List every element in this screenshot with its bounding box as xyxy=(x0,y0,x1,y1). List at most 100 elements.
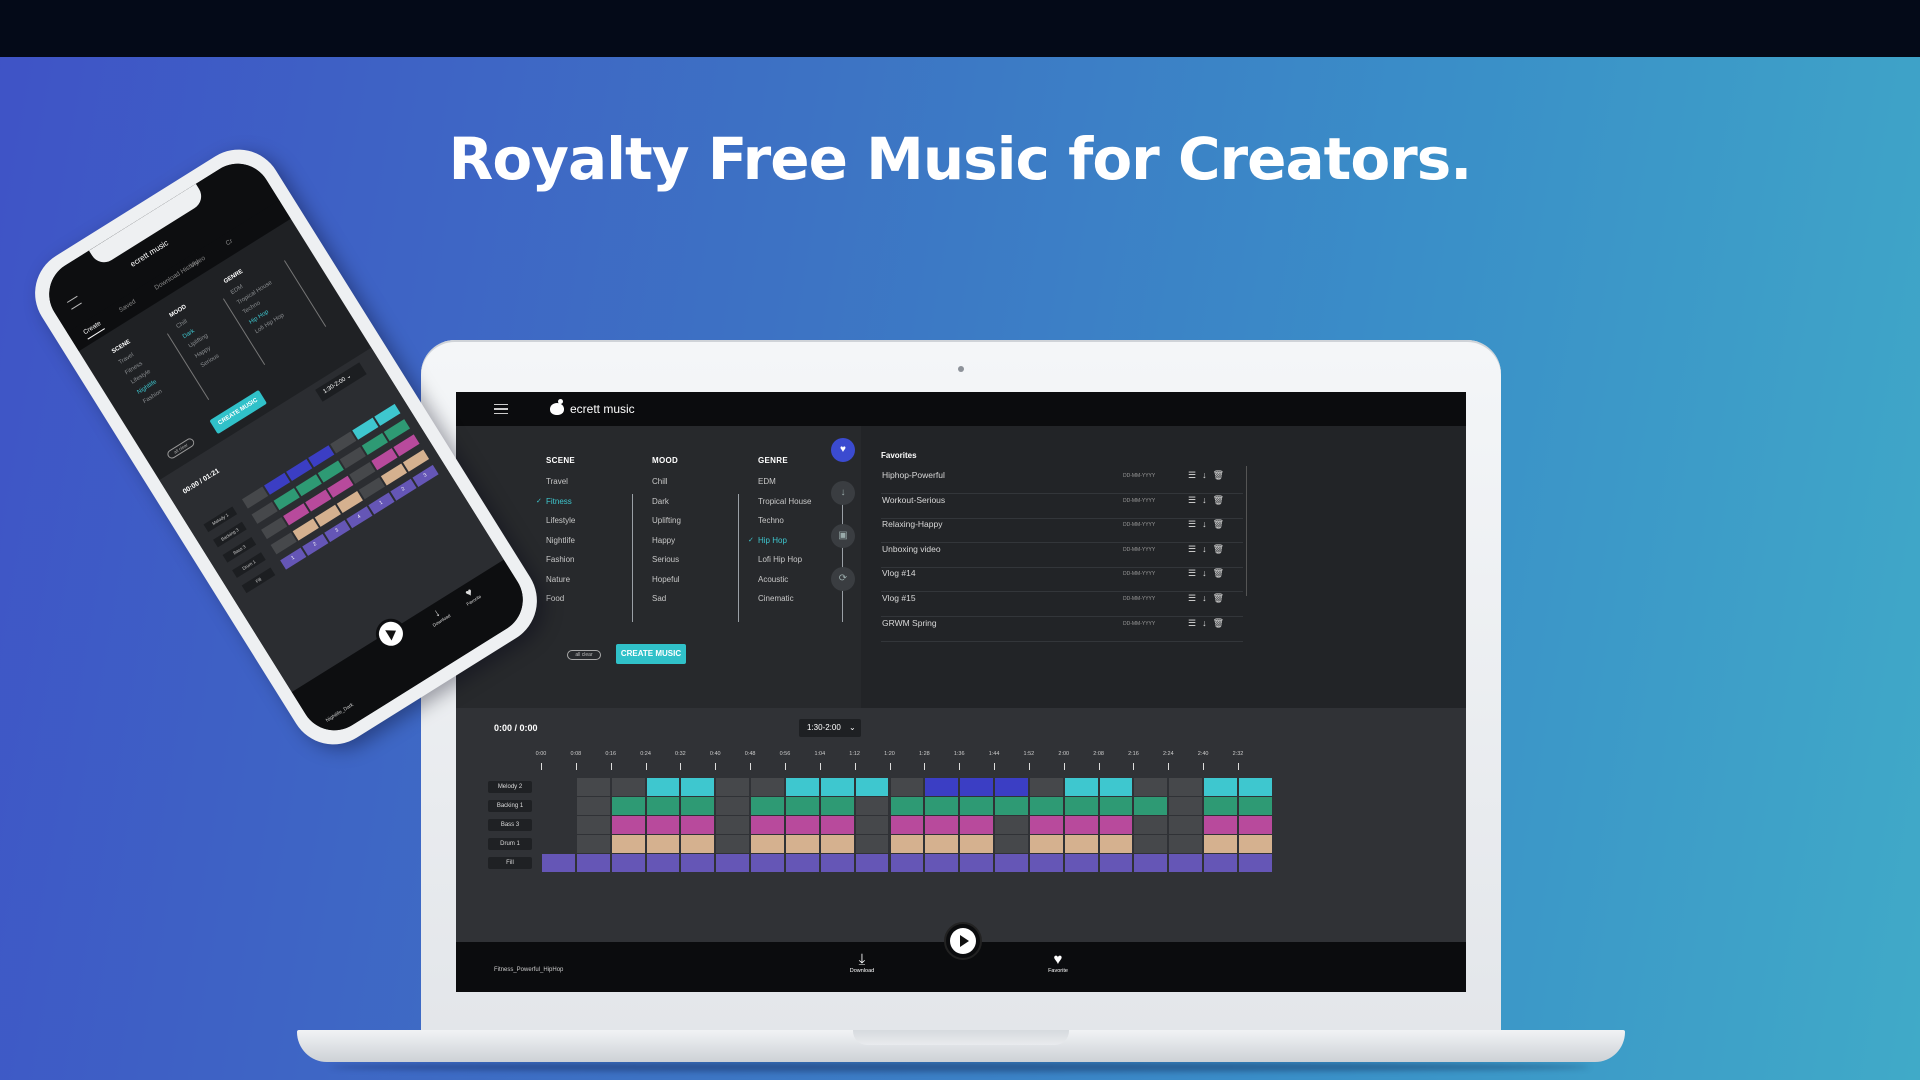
track-block[interactable] xyxy=(1134,816,1168,834)
mood-item[interactable]: Sad xyxy=(652,594,681,614)
track-block[interactable] xyxy=(1169,778,1203,796)
track-block[interactable] xyxy=(1169,797,1203,815)
mood-item[interactable]: Hopeful xyxy=(652,575,681,595)
download-icon[interactable]: ↓ xyxy=(1202,544,1213,554)
track-block[interactable] xyxy=(960,816,994,834)
phone-tab[interactable]: Cr xyxy=(225,238,235,248)
mood-item[interactable]: Happy xyxy=(652,536,681,556)
favorites-heart-icon[interactable]: ♥ xyxy=(831,438,855,462)
phone-fill-block[interactable]: 2 xyxy=(302,533,329,556)
track-block[interactable] xyxy=(576,778,610,796)
track-block[interactable] xyxy=(611,854,645,872)
mood-item[interactable]: Dark xyxy=(652,497,681,517)
phone-fill-block[interactable]: 4 xyxy=(346,506,373,529)
mood-item[interactable]: Chill xyxy=(652,477,681,497)
track-block[interactable] xyxy=(1064,854,1098,872)
track-block[interactable] xyxy=(1204,778,1237,796)
track-block[interactable] xyxy=(820,797,854,815)
track-block[interactable] xyxy=(716,778,750,796)
track-block[interactable] xyxy=(995,816,1028,834)
track-block[interactable] xyxy=(576,835,610,853)
track-block[interactable] xyxy=(890,816,924,834)
track-block[interactable] xyxy=(855,797,889,815)
phone-fill-block[interactable]: 3 xyxy=(412,464,439,487)
track-block[interactable] xyxy=(785,797,819,815)
track-block[interactable] xyxy=(855,816,889,834)
adjust-icon[interactable]: ☰ xyxy=(1188,519,1202,529)
download-button[interactable]: ⤓ Download xyxy=(842,952,882,975)
track-block[interactable] xyxy=(995,778,1028,796)
track-block[interactable] xyxy=(1239,854,1272,872)
genre-item[interactable]: Lofi Hip Hop xyxy=(758,555,812,575)
download-icon[interactable]: ↓ xyxy=(1202,618,1213,628)
download-icon[interactable]: ↓ xyxy=(1202,593,1213,603)
genre-item[interactable]: Hip Hop xyxy=(758,536,812,556)
phone-all-clear-button[interactable]: all clear xyxy=(165,436,196,461)
track-block[interactable] xyxy=(716,816,750,834)
track-block[interactable] xyxy=(890,778,924,796)
track-block[interactable] xyxy=(1134,797,1168,815)
track-block[interactable] xyxy=(576,816,610,834)
track-block[interactable] xyxy=(576,854,610,872)
trash-icon[interactable]: 🗑 xyxy=(1213,544,1230,554)
genre-item[interactable]: Cinematic xyxy=(758,594,812,614)
scene-item[interactable]: Fitness xyxy=(546,497,575,517)
phone-tab[interactable]: Saved xyxy=(118,298,137,314)
track-block[interactable] xyxy=(751,778,784,796)
track-block[interactable] xyxy=(1239,835,1272,853)
track-block[interactable] xyxy=(751,797,784,815)
track-block[interactable] xyxy=(960,797,994,815)
favorite-row[interactable]: Vlog #15 DD-MM-YYYY ☰↓🗑 xyxy=(881,593,1243,617)
phone-fill-block[interactable]: 1 xyxy=(280,547,307,570)
track-block[interactable] xyxy=(681,835,715,853)
trash-icon[interactable]: 🗑 xyxy=(1213,568,1230,578)
track-block[interactable] xyxy=(1064,778,1098,796)
track-block[interactable] xyxy=(925,778,959,796)
track-block[interactable] xyxy=(820,778,854,796)
mood-item[interactable]: Uplifting xyxy=(652,516,681,536)
adjust-icon[interactable]: ☰ xyxy=(1188,593,1202,603)
track-block[interactable] xyxy=(1134,778,1168,796)
track-block[interactable] xyxy=(785,778,819,796)
track-block[interactable] xyxy=(646,854,680,872)
download-icon[interactable]: ↓ xyxy=(1202,495,1213,505)
trash-icon[interactable]: 🗑 xyxy=(1213,470,1230,480)
history-icon[interactable]: ⟳ xyxy=(831,567,855,591)
track-block[interactable] xyxy=(646,835,680,853)
track-block[interactable] xyxy=(1134,854,1168,872)
track-block[interactable] xyxy=(855,854,889,872)
favorite-row[interactable]: Workout-Serious DD-MM-YYYY ☰↓🗑 xyxy=(881,495,1243,519)
track-block[interactable] xyxy=(960,778,994,796)
track-block[interactable] xyxy=(820,816,854,834)
download-icon[interactable]: ↓ xyxy=(831,481,855,505)
track-block[interactable] xyxy=(960,835,994,853)
track-block[interactable] xyxy=(542,854,575,872)
phone-tab[interactable]: Video xyxy=(189,255,207,270)
phone-fill-block[interactable]: 3 xyxy=(324,520,351,543)
track-block[interactable] xyxy=(1064,797,1098,815)
track-block[interactable] xyxy=(646,816,680,834)
track-block[interactable] xyxy=(751,854,784,872)
track-block[interactable] xyxy=(681,778,715,796)
trash-icon[interactable]: 🗑 xyxy=(1213,519,1230,529)
scene-item[interactable]: Food xyxy=(546,594,575,614)
favorites-scrollbar[interactable] xyxy=(1246,466,1247,596)
track-block[interactable] xyxy=(1064,835,1098,853)
phone-tab[interactable]: Create xyxy=(82,319,105,340)
range-select[interactable]: 1:30-2:00 ⌄ xyxy=(799,719,861,737)
favorite-row[interactable]: Relaxing-Happy DD-MM-YYYY ☰↓🗑 xyxy=(881,519,1243,544)
genre-item[interactable]: Techno xyxy=(758,516,812,536)
phone-fill-block[interactable]: 1 xyxy=(368,492,395,515)
video-icon[interactable]: ▣ xyxy=(831,524,855,548)
scene-item[interactable]: Fashion xyxy=(546,555,575,575)
track-block[interactable] xyxy=(995,835,1028,853)
track-block[interactable] xyxy=(611,816,645,834)
adjust-icon[interactable]: ☰ xyxy=(1188,470,1202,480)
trash-icon[interactable]: 🗑 xyxy=(1213,618,1230,628)
scene-item[interactable]: Travel xyxy=(546,477,575,497)
track-block[interactable] xyxy=(925,835,959,853)
track-block[interactable] xyxy=(681,854,715,872)
track-block[interactable] xyxy=(1204,797,1237,815)
play-button[interactable] xyxy=(944,922,982,960)
logo[interactable]: ecrett music xyxy=(550,399,635,416)
